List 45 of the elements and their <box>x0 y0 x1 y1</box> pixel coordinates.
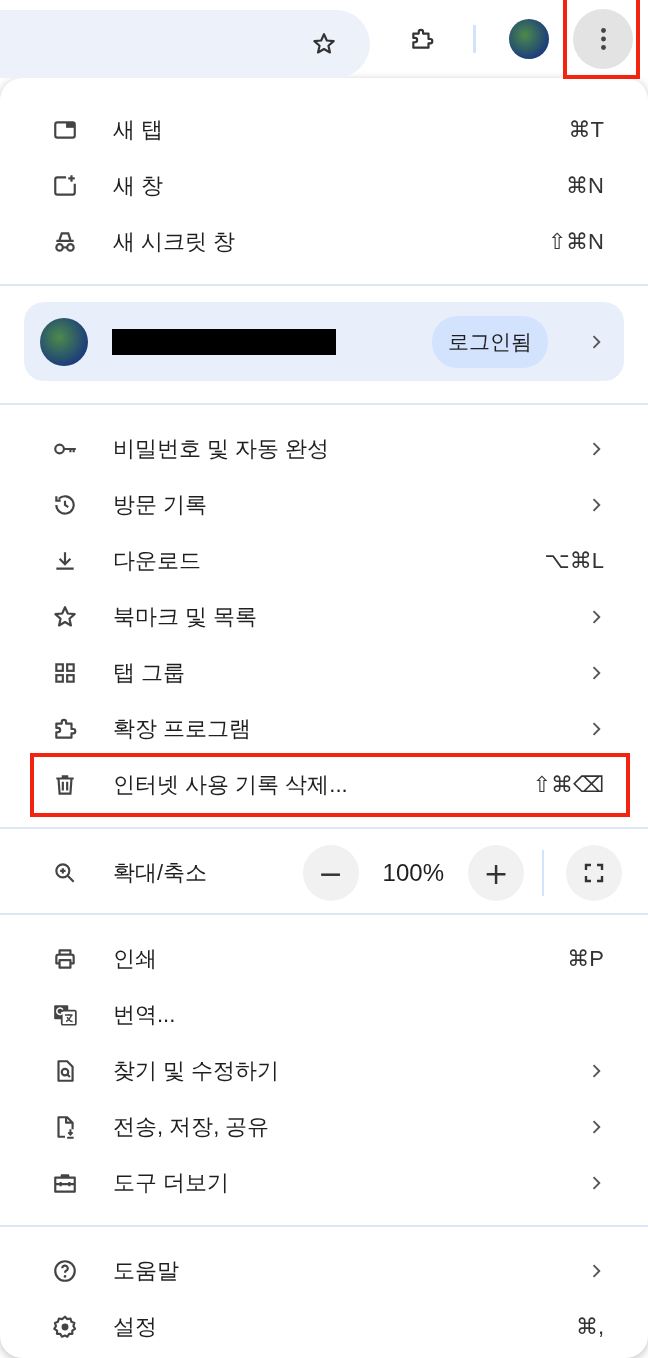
menu-item[interactable]: 다운로드 ⌥⌘L <box>24 533 624 589</box>
menu-item[interactable]: 탭 그룹 <box>24 645 624 701</box>
new-window-icon <box>52 173 78 199</box>
menu-item[interactable]: 방문 기록 <box>24 477 624 533</box>
menu-item[interactable]: 찾기 및 수정하기 <box>24 1043 624 1099</box>
history-icon <box>52 492 78 518</box>
keyboard-shortcut: ⌘T <box>568 117 604 143</box>
settings-icon <box>52 1314 78 1340</box>
keyboard-shortcut: ⇧⌘⌫ <box>532 772 604 798</box>
menu-item[interactable]: 번역... <box>24 987 624 1043</box>
menu-item[interactable]: 새 시크릿 창 ⇧⌘N <box>24 214 624 270</box>
menu-item[interactable]: 설정 ⌘, <box>24 1299 624 1355</box>
keyboard-shortcut: ⇧⌘N <box>547 229 604 255</box>
fullscreen-icon <box>582 861 606 885</box>
puzzle-icon <box>52 716 78 742</box>
menu-item[interactable]: 확장 프로그램 <box>24 701 624 757</box>
signed-in-badge: 로그인됨 <box>432 315 548 368</box>
menu-item[interactable]: 새 탭 ⌘T <box>24 102 624 158</box>
fullscreen-button[interactable] <box>566 845 622 901</box>
keyboard-shortcut: ⌘N <box>566 173 604 199</box>
more-vertical-icon <box>600 28 606 50</box>
zoom-out-button[interactable]: − <box>302 845 359 901</box>
keyboard-shortcut: ⌘P <box>567 946 604 972</box>
menu-item[interactable]: 인쇄 ⌘P <box>24 931 624 987</box>
translate-icon <box>52 1002 78 1028</box>
menu-item[interactable]: 새 창 ⌘N <box>24 158 624 214</box>
help-icon <box>52 1258 78 1284</box>
puzzle-icon[interactable] <box>409 26 435 52</box>
profile-row[interactable]: 로그인됨 <box>24 302 624 381</box>
menu-item[interactable]: 도구 더보기 <box>24 1155 624 1211</box>
menu-item[interactable]: 비밀번호 및 자동 완성 <box>24 421 624 477</box>
menu-item[interactable]: 북마크 및 목록 <box>24 589 624 645</box>
profile-avatar[interactable] <box>509 19 549 59</box>
grid-icon <box>52 660 78 686</box>
avatar-photo <box>40 317 88 366</box>
incognito-icon <box>52 229 78 255</box>
menu-item[interactable]: 전송, 저장, 공유 <box>24 1099 624 1155</box>
zoom-label: 확대/축소 <box>113 859 208 887</box>
keyboard-shortcut: ⌥⌘L <box>544 548 604 574</box>
keyboard-shortcut: ⌘, <box>575 1314 604 1340</box>
zoom-in-button[interactable]: + <box>468 845 524 901</box>
menu-item[interactable]: 도움말 <box>24 1243 624 1299</box>
printer-icon <box>52 946 78 972</box>
zoom-level: 100% <box>382 859 444 887</box>
menu-item[interactable]: 인터넷 사용 기록 삭제... ⇧⌘⌫ <box>34 757 626 813</box>
